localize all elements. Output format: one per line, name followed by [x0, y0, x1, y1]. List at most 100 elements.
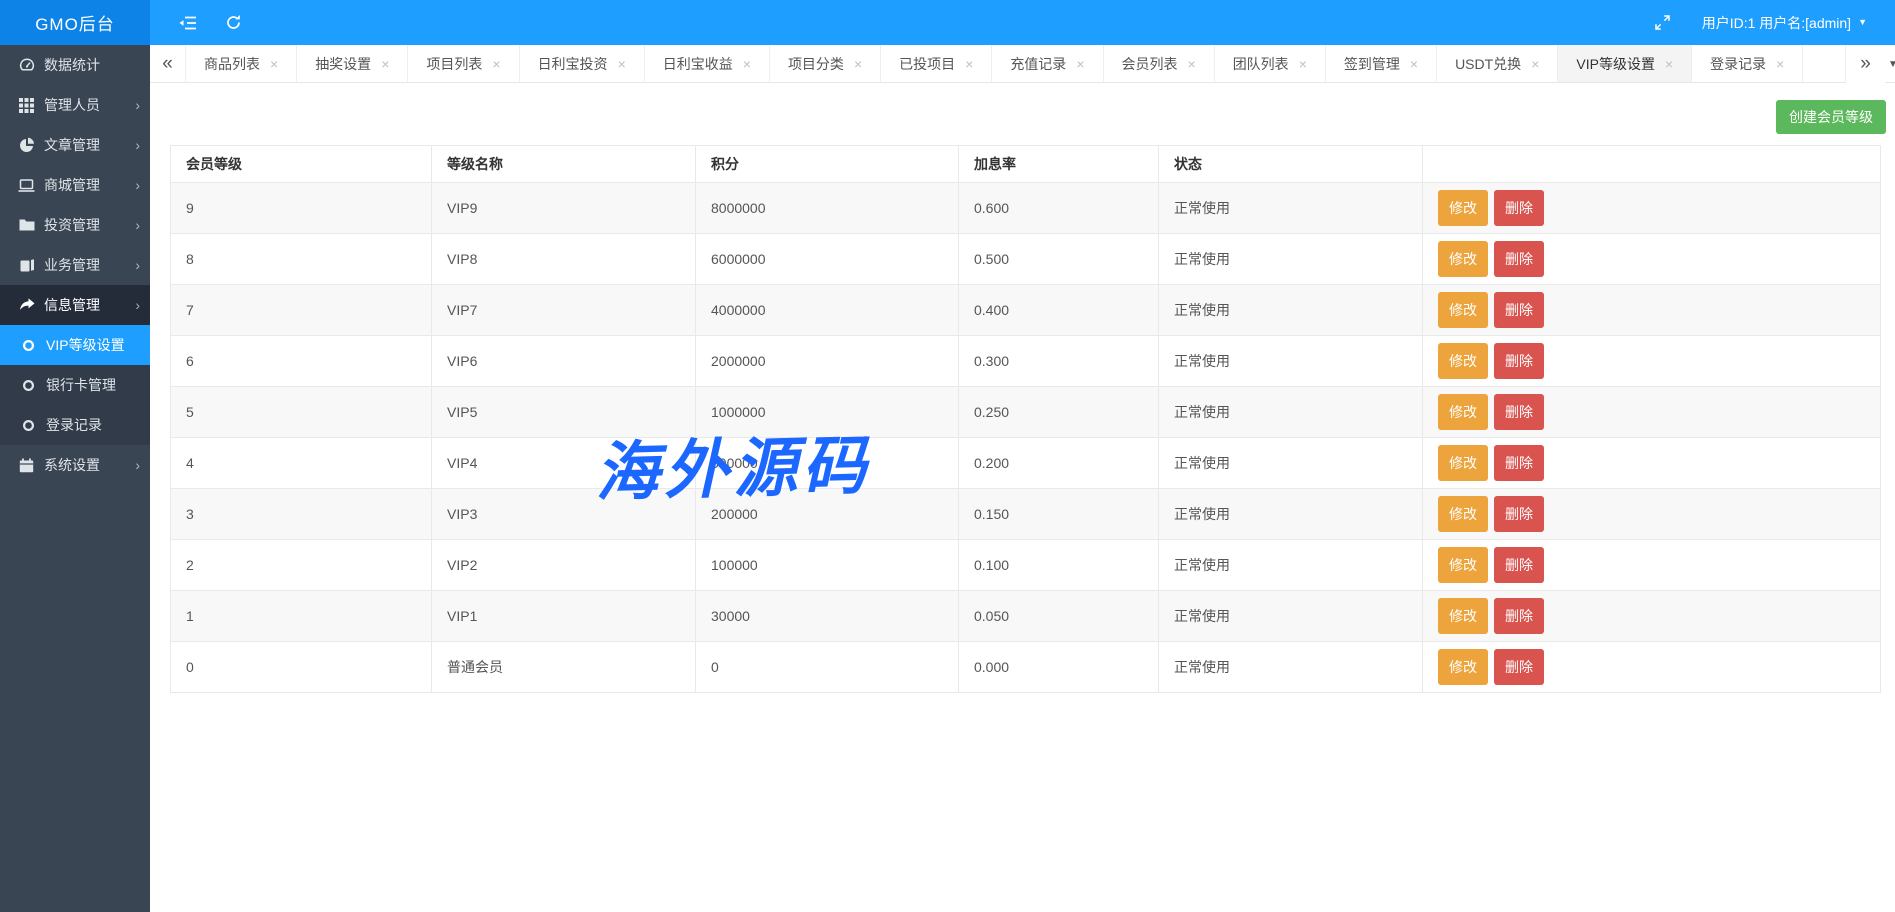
chevron-right-icon: ›: [135, 217, 140, 233]
sidebar-item-login-records[interactable]: 登录记录: [0, 405, 150, 445]
folder-icon: [18, 217, 35, 234]
sidebar-item-info[interactable]: 信息管理›: [0, 285, 150, 325]
tab-close-icon[interactable]: ×: [270, 57, 278, 71]
tab-close-icon[interactable]: ×: [1188, 57, 1196, 71]
sidebar-item-mall[interactable]: 商城管理›: [0, 165, 150, 205]
tab-invested-projects[interactable]: 已投项目×: [881, 45, 992, 82]
tabs-scroll-right-button[interactable]: »: [1845, 45, 1885, 83]
cell-status: 正常使用: [1159, 183, 1423, 234]
cell-name: VIP9: [432, 183, 696, 234]
table-row: 7VIP740000000.400正常使用修改删除: [171, 285, 1881, 336]
edit-button[interactable]: 修改: [1438, 598, 1488, 634]
tab-close-icon[interactable]: ×: [492, 57, 500, 71]
delete-button[interactable]: 删除: [1494, 292, 1544, 328]
tab-bar: « 商品列表×抽奖设置×项目列表×日利宝投资×日利宝收益×项目分类×已投项目×充…: [150, 45, 1895, 83]
cell-name: VIP8: [432, 234, 696, 285]
edit-button[interactable]: 修改: [1438, 343, 1488, 379]
cell-points: 4000000: [696, 285, 959, 336]
edit-button[interactable]: 修改: [1438, 241, 1488, 277]
cell-points: 100000: [696, 540, 959, 591]
app-logo[interactable]: GMO后台: [0, 0, 150, 45]
header-right: 用户ID:1 用户名:[admin] ▼: [1640, 0, 1895, 45]
tab-close-icon[interactable]: ×: [381, 57, 389, 71]
user-info-label: 用户ID:1 用户名:[admin]: [1702, 13, 1851, 33]
delete-button[interactable]: 删除: [1494, 445, 1544, 481]
cell-level: 7: [171, 285, 432, 336]
cell-name: 普通会员: [432, 642, 696, 693]
tab-close-icon[interactable]: ×: [1531, 57, 1539, 71]
fullscreen-icon[interactable]: [1640, 0, 1686, 45]
edit-button[interactable]: 修改: [1438, 649, 1488, 685]
cell-name: VIP1: [432, 591, 696, 642]
calendar-icon: [18, 457, 35, 474]
tab-daily-income[interactable]: 日利宝收益×: [645, 45, 770, 82]
sidebar-item-label: 管理人员: [44, 95, 100, 115]
sidebar-item-business[interactable]: 业务管理›: [0, 245, 150, 285]
sidebar-item-investment[interactable]: 投资管理›: [0, 205, 150, 245]
edit-button[interactable]: 修改: [1438, 190, 1488, 226]
delete-button[interactable]: 删除: [1494, 394, 1544, 430]
cell-level: 1: [171, 591, 432, 642]
sidebar-item-label: VIP等级设置: [46, 335, 125, 355]
create-member-level-button[interactable]: 创建会员等级: [1776, 100, 1886, 134]
sidebar-item-vip-levels[interactable]: VIP等级设置: [0, 325, 150, 365]
tab-recharge-records[interactable]: 充值记录×: [992, 45, 1103, 82]
delete-button[interactable]: 删除: [1494, 343, 1544, 379]
tab-label: 商品列表: [204, 54, 260, 74]
tab-vip-levels[interactable]: VIP等级设置×: [1558, 45, 1692, 82]
cell-level: 4: [171, 438, 432, 489]
sidebar-item-bank-cards[interactable]: 银行卡管理: [0, 365, 150, 405]
tab-daily-invest[interactable]: 日利宝投资×: [520, 45, 645, 82]
edit-button[interactable]: 修改: [1438, 496, 1488, 532]
edit-button[interactable]: 修改: [1438, 547, 1488, 583]
delete-button[interactable]: 删除: [1494, 241, 1544, 277]
refresh-icon[interactable]: [210, 0, 256, 45]
delete-button[interactable]: 删除: [1494, 547, 1544, 583]
delete-button[interactable]: 删除: [1494, 190, 1544, 226]
delete-button[interactable]: 删除: [1494, 496, 1544, 532]
column-header: 加息率: [959, 146, 1159, 183]
tab-close-icon[interactable]: ×: [965, 57, 973, 71]
tab-project-category[interactable]: 项目分类×: [770, 45, 881, 82]
caret-down-icon: ▼: [1858, 18, 1867, 27]
user-menu[interactable]: 用户ID:1 用户名:[admin] ▼: [1702, 13, 1867, 33]
tab-close-icon[interactable]: ×: [1776, 57, 1784, 71]
tab-usdt-exchange[interactable]: USDT兑换 ×: [1437, 45, 1558, 82]
tab-close-icon[interactable]: ×: [743, 57, 751, 71]
edit-button[interactable]: 修改: [1438, 292, 1488, 328]
edit-button[interactable]: 修改: [1438, 445, 1488, 481]
sidebar-item-data-stats[interactable]: 数据统计: [0, 45, 150, 85]
tab-close-icon[interactable]: ×: [1665, 57, 1673, 71]
table-row: 0普通会员00.000正常使用修改删除: [171, 642, 1881, 693]
tab-close-icon[interactable]: ×: [854, 57, 862, 71]
laptop-icon: [18, 177, 35, 194]
tab-project-list[interactable]: 项目列表×: [408, 45, 519, 82]
tabs-scroll-left-button[interactable]: «: [150, 45, 186, 83]
collapse-menu-icon[interactable]: [164, 0, 210, 45]
tab-close-icon[interactable]: ×: [1076, 57, 1084, 71]
sidebar-item-articles[interactable]: 文章管理›: [0, 125, 150, 165]
tab-label: USDT兑换: [1455, 54, 1521, 74]
sidebar-item-label: 信息管理: [44, 295, 100, 315]
table-row: 8VIP860000000.500正常使用修改删除: [171, 234, 1881, 285]
cell-name: VIP2: [432, 540, 696, 591]
tab-close-icon[interactable]: ×: [1410, 57, 1418, 71]
tab-team-list[interactable]: 团队列表×: [1215, 45, 1326, 82]
tab-close-icon[interactable]: ×: [1299, 57, 1307, 71]
edit-button[interactable]: 修改: [1438, 394, 1488, 430]
cell-actions: 修改删除: [1423, 642, 1881, 693]
tab-checkin-manage[interactable]: 签到管理×: [1326, 45, 1437, 82]
cell-status: 正常使用: [1159, 336, 1423, 387]
tab-product-list[interactable]: 商品列表 ×: [186, 45, 297, 82]
tab-login-records[interactable]: 登录记录×: [1692, 45, 1803, 82]
tab-lottery-settings[interactable]: 抽奖设置×: [297, 45, 408, 82]
sidebar-item-system-settings[interactable]: 系统设置›: [0, 445, 150, 485]
cell-rate: 0.300: [959, 336, 1159, 387]
tab-close-icon[interactable]: ×: [618, 57, 626, 71]
sidebar-item-admins[interactable]: 管理人员›: [0, 85, 150, 125]
cell-points: 8000000: [696, 183, 959, 234]
delete-button[interactable]: 删除: [1494, 649, 1544, 685]
tab-member-list[interactable]: 会员列表×: [1104, 45, 1215, 82]
tab-options-button[interactable]: ▼: [1886, 45, 1895, 83]
delete-button[interactable]: 删除: [1494, 598, 1544, 634]
